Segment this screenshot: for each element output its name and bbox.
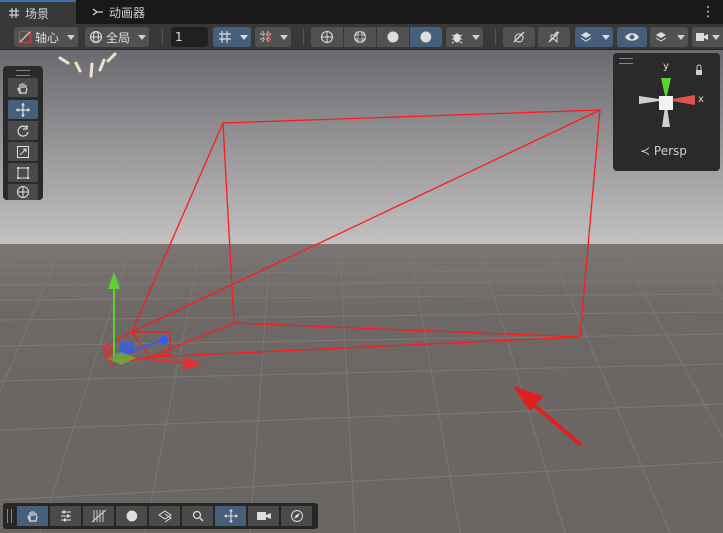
transform-tool-button[interactable] [8,184,38,200]
grid-snapping-button[interactable] [83,506,114,526]
search-button[interactable] [182,506,213,526]
tab-bar: 场景 动画器 ⋮ [0,0,723,24]
layers-dropdown[interactable] [650,27,688,47]
tab-scene[interactable]: 场景 [0,0,76,24]
space-label: 全局 [105,30,130,45]
compass-icon [290,510,303,522]
grid-snap-icon [91,509,106,523]
layers-icon [655,32,667,42]
light-off-icon [513,31,525,43]
rect-tool-button[interactable] [8,163,38,182]
grid-icon [9,8,19,18]
orientation-gizmo[interactable]: y x ≺ Persp [613,53,720,171]
projection-toggle[interactable]: ≺ Persp [640,144,687,158]
tools-overlay [3,66,43,200]
gizmo-2d-toggle[interactable] [503,27,535,47]
tool-settings-button[interactable] [50,506,81,526]
scene-toolbar: 轴心 全局 [0,24,723,50]
wireframe-shading-button[interactable] [311,27,343,47]
effects-dropdown[interactable] [575,27,613,47]
sliders-icon [60,510,71,522]
panel-grip[interactable] [16,70,30,76]
debug-draw-mode-dropdown[interactable] [446,27,483,47]
rotate-icon [17,124,29,137]
toolbar-grip[interactable] [7,509,12,523]
pivot-label: 轴心 [34,30,59,45]
camera-settings-dropdown[interactable] [692,27,723,47]
search-icon [192,510,203,522]
grid-snap-icon [219,31,231,43]
move-arrows-icon [16,102,30,117]
animator-icon [92,8,103,16]
hand-icon [17,82,28,94]
scale-tool-button[interactable] [8,142,38,161]
y-axis-label: y [663,61,669,72]
rect-transform-icon [17,166,29,179]
wireframe-sphere-icon [320,30,334,44]
perspective-icon: ≺ [640,144,651,158]
space-dropdown[interactable]: 全局 [85,27,149,47]
more-options-icon[interactable]: ⋮ [701,4,715,20]
shaded-wire-sphere-icon [353,30,367,44]
move-tool-button[interactable] [8,100,38,119]
pivot-icon [18,30,32,44]
center-cube [659,96,673,110]
globe-icon [89,30,103,44]
shaded-mode-button[interactable] [410,27,442,47]
lit-sphere-icon [420,31,433,43]
navigation-overlay-button[interactable] [281,506,312,526]
lit-sphere-icon [126,510,139,522]
orientation-icon [157,510,172,523]
hand-icon [26,511,38,522]
x-axis-label: x [698,94,704,105]
lock-icon [696,70,702,75]
snap-increment-field[interactable] [171,27,208,47]
snap-magnet-icon [260,31,272,43]
projection-label: Persp [653,144,687,158]
shaded-wireframe-button[interactable] [344,27,376,47]
audio-toggle[interactable] [538,27,570,47]
video-camera-icon [696,33,708,41]
pivot-dropdown[interactable]: 轴心 [14,27,78,47]
camera-eye-icon [256,512,271,520]
view-tool-overlay-button[interactable] [17,506,48,526]
scene-view-overlay-toolbar [3,503,318,529]
rotate-tool-button[interactable] [8,121,38,140]
mute-icon [548,30,560,44]
move-arrows-icon [223,509,238,523]
transform-icon [17,186,29,198]
solid-sphere-icon [387,31,399,43]
grid-snap-toggle[interactable] [213,27,251,47]
tab-scene-label: 场景 [25,6,50,21]
orientation-button[interactable] [149,506,180,526]
tab-animator[interactable]: 动画器 [84,0,154,24]
move-overlay-button[interactable] [215,506,246,526]
tab-animator-label: 动画器 [109,5,146,20]
layers-effects-icon [580,32,592,42]
increment-snap-toggle[interactable] [255,27,291,47]
camera-overlay-button[interactable] [248,506,279,526]
view-tool-button[interactable] [8,78,38,97]
snap-increment-input[interactable] [171,30,203,44]
scale-icon [17,145,29,158]
draw-mode-button[interactable] [116,506,147,526]
eye-icon [625,33,639,41]
unlit-shading-button[interactable] [377,27,409,47]
scene-visibility-toggle[interactable] [617,27,647,47]
bug-icon [451,33,463,44]
